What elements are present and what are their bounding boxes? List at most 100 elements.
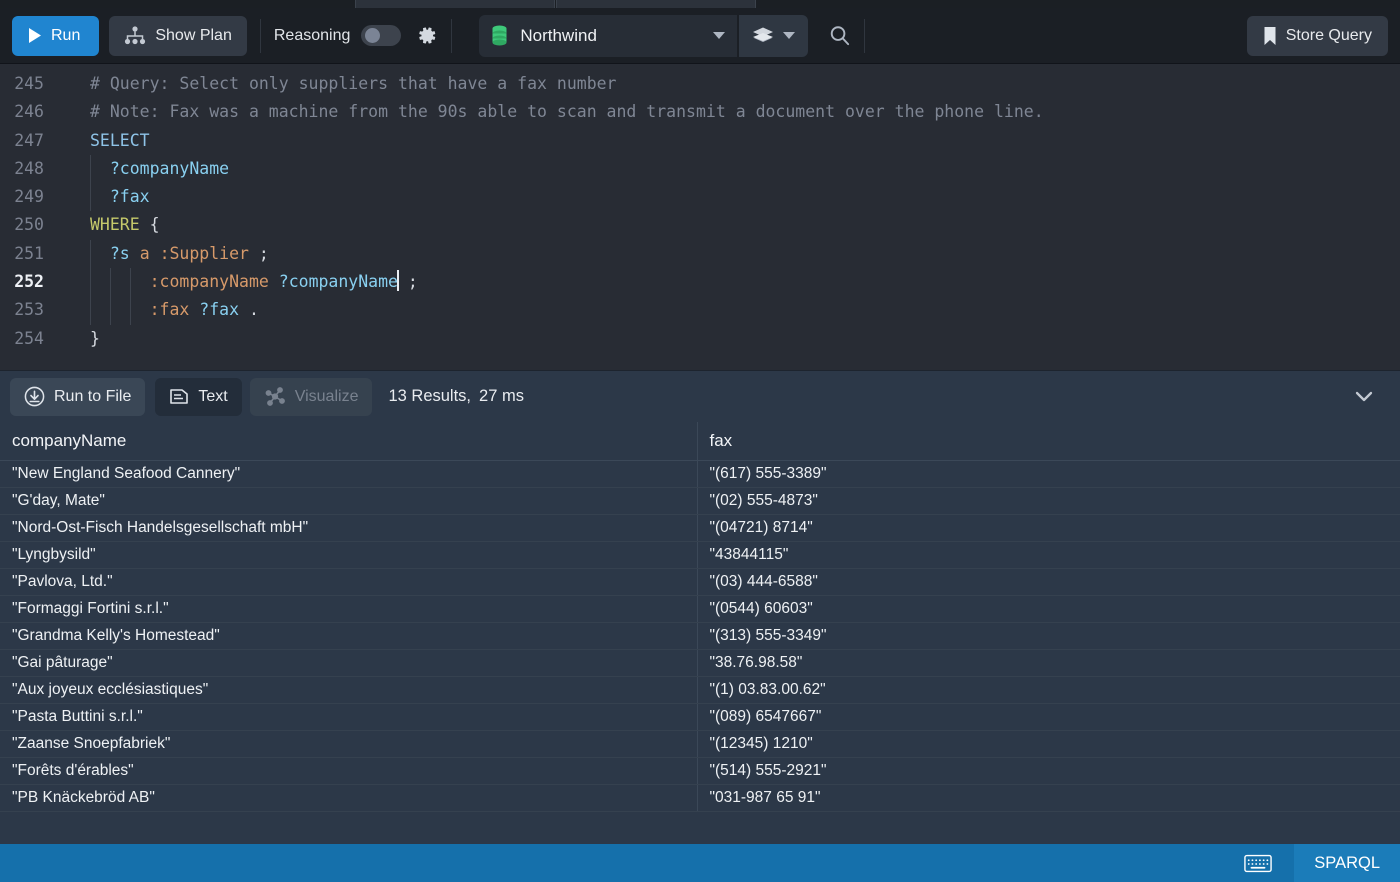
table-row[interactable]: "Pavlova, Ltd." "(03) 444-6588" — [0, 568, 1400, 596]
store-query-button[interactable]: Store Query — [1246, 15, 1388, 56]
table-row[interactable]: "Zaanse Snoepfabriek" "(12345) 1210" — [0, 730, 1400, 758]
table-cell[interactable]: "(02) 555-4873" — [697, 487, 1400, 515]
download-circle-icon — [24, 386, 45, 407]
toolbar-divider — [451, 18, 453, 53]
code-line[interactable]: 251 ?s a :Supplier ; — [0, 239, 1400, 269]
code-line[interactable]: 245 # Query: Select only suppliers that h… — [0, 70, 1400, 98]
main-toolbar: Run Show Plan Reasoning Northwind Store … — [0, 8, 1400, 64]
table-cell[interactable]: "(04721) 8714" — [697, 514, 1400, 542]
line-number: 251 — [14, 243, 44, 263]
table-cell[interactable]: "Gai pâturage" — [0, 649, 698, 677]
indent-guide — [90, 154, 91, 184]
graph-layers-button[interactable] — [739, 14, 809, 57]
line-number: 252 — [14, 272, 44, 292]
table-cell[interactable]: "Pavlova, Ltd." — [0, 568, 698, 596]
table-row[interactable]: "Nord-Ost-Fisch Handelsgesellschaft mbH"… — [0, 514, 1400, 542]
database-select[interactable]: Northwind — [479, 14, 738, 57]
table-cell[interactable]: "38.76.98.58" — [697, 649, 1400, 677]
gear-icon — [415, 24, 438, 47]
code-text: ?s a :Supplier ; — [62, 239, 269, 269]
table-cell[interactable]: "Formaggi Fortini s.r.l." — [0, 595, 698, 623]
table-row[interactable]: "Formaggi Fortini s.r.l." "(0544) 60603" — [0, 595, 1400, 623]
table-row[interactable]: "PB Knäckebröd AB" "031-987 65 91" — [0, 784, 1400, 812]
indent-guide — [90, 183, 91, 212]
tab-strip — [0, 0, 1400, 8]
table-row[interactable]: "Grandma Kelly's Homestead" "(313) 555-33… — [0, 622, 1400, 650]
code-line[interactable]: 248 ?companyName — [0, 154, 1400, 184]
line-number: 245 — [14, 74, 44, 93]
indent-guide — [90, 268, 91, 297]
table-header-row: companyName fax — [0, 422, 1400, 461]
table-cell[interactable]: "43844115" — [697, 541, 1400, 569]
table-row[interactable]: "Aux joyeux ecclésiastiques" "(1) 03.83.0… — [0, 676, 1400, 704]
code-text: :fax ?fax . — [62, 296, 259, 325]
language-mode-button[interactable]: SPARQL — [1294, 844, 1400, 882]
table-cell[interactable]: "(12345) 1210" — [697, 730, 1400, 758]
chevron-down-icon — [783, 32, 796, 39]
code-line[interactable]: 247 SELECT — [0, 127, 1400, 155]
code-line[interactable]: 253 :fax ?fax . — [0, 296, 1400, 325]
code-line[interactable]: 252 :companyName ?companyName ; — [0, 268, 1400, 297]
table-row[interactable]: "New England Seafood Cannery" "(617) 555-… — [0, 460, 1400, 488]
table-cell[interactable]: "(617) 555-3389" — [697, 460, 1400, 488]
toolbar-divider — [864, 18, 866, 53]
table-row[interactable]: "Lyngbysild" "43844115" — [0, 541, 1400, 569]
run-button[interactable]: Run — [12, 15, 100, 56]
table-row[interactable]: "Forêts d'érables" "(514) 555-2921" — [0, 757, 1400, 785]
column-header[interactable]: fax — [697, 422, 1400, 461]
line-number: 246 — [14, 102, 44, 122]
keyboard-shortcuts-button[interactable] — [1222, 854, 1294, 873]
search-button[interactable] — [828, 24, 851, 47]
layers-icon — [752, 26, 774, 45]
results-panel[interactable]: companyName fax "New England Seafood Cann… — [0, 422, 1400, 844]
show-plan-label: Show Plan — [155, 26, 232, 44]
show-plan-button[interactable]: Show Plan — [109, 15, 247, 56]
query-editor-window: Run Show Plan Reasoning Northwind Store … — [0, 0, 1400, 882]
table-cell[interactable]: "031-987 65 91" — [697, 784, 1400, 812]
code-text: # Note: Fax was a machine from the 90s a… — [90, 102, 1044, 122]
table-cell[interactable]: "(514) 555-2921" — [697, 757, 1400, 785]
text-view-tab[interactable]: Text — [155, 377, 242, 416]
tab-fragment[interactable] — [355, 0, 555, 8]
play-icon — [27, 27, 42, 44]
table-cell[interactable]: "(0544) 60603" — [697, 595, 1400, 623]
code-editor[interactable]: 245 # Query: Select only suppliers that h… — [0, 64, 1400, 370]
bookmark-icon — [1263, 26, 1277, 46]
table-cell[interactable]: "(1) 03.83.00.62" — [697, 676, 1400, 704]
column-header[interactable]: companyName — [0, 422, 698, 461]
table-cell[interactable]: "Lyngbysild" — [0, 541, 698, 569]
toggle-knob — [365, 28, 381, 43]
table-cell[interactable]: "G'day, Mate" — [0, 487, 698, 515]
table-row[interactable]: "G'day, Mate" "(02) 555-4873" — [0, 487, 1400, 515]
tab-fragment[interactable] — [556, 0, 756, 8]
code-line[interactable]: 249 ?fax — [0, 183, 1400, 212]
code-line[interactable]: 250 WHERE { — [0, 211, 1400, 239]
table-cell[interactable]: "(089) 6547667" — [697, 703, 1400, 731]
table-row[interactable]: "Pasta Buttini s.r.l." "(089) 6547667" — [0, 703, 1400, 731]
table-cell[interactable]: "Grandma Kelly's Homestead" — [0, 622, 698, 650]
table-cell[interactable]: "(03) 444-6588" — [697, 568, 1400, 596]
table-cell[interactable]: "Zaanse Snoepfabriek" — [0, 730, 698, 758]
code-line[interactable]: 254} — [0, 325, 1400, 353]
language-mode-label: SPARQL — [1314, 853, 1380, 872]
table-cell[interactable]: "PB Knäckebröd AB" — [0, 784, 698, 812]
table-cell[interactable]: "Forêts d'érables" — [0, 757, 698, 785]
collapse-results-button[interactable] — [1338, 390, 1390, 403]
table-cell[interactable]: "Aux joyeux ecclésiastiques" — [0, 676, 698, 704]
table-cell[interactable]: "Pasta Buttini s.r.l." — [0, 703, 698, 731]
results-toolbar: Run to File Text Visualize 13 Results, 2… — [0, 370, 1400, 422]
table-cell[interactable]: "Nord-Ost-Fisch Handelsgesellschaft mbH" — [0, 514, 698, 542]
table-cell[interactable]: "(313) 555-3349" — [697, 622, 1400, 650]
table-cell[interactable]: "New England Seafood Cannery" — [0, 460, 698, 488]
code-text: SELECT — [90, 130, 150, 150]
reasoning-toggle[interactable] — [361, 25, 402, 46]
indent-guide — [130, 296, 131, 325]
table-row[interactable]: "Gai pâturage" "38.76.98.58" — [0, 649, 1400, 677]
code-text: :companyName ?companyName ; — [62, 268, 418, 297]
text-view-label: Text — [198, 387, 228, 405]
code-line[interactable]: 246 # Note: Fax was a machine from the 90… — [0, 98, 1400, 126]
run-to-file-button[interactable]: Run to File — [10, 377, 146, 416]
database-icon — [491, 25, 508, 46]
settings-button[interactable] — [415, 24, 438, 47]
line-number: 247 — [14, 130, 44, 150]
